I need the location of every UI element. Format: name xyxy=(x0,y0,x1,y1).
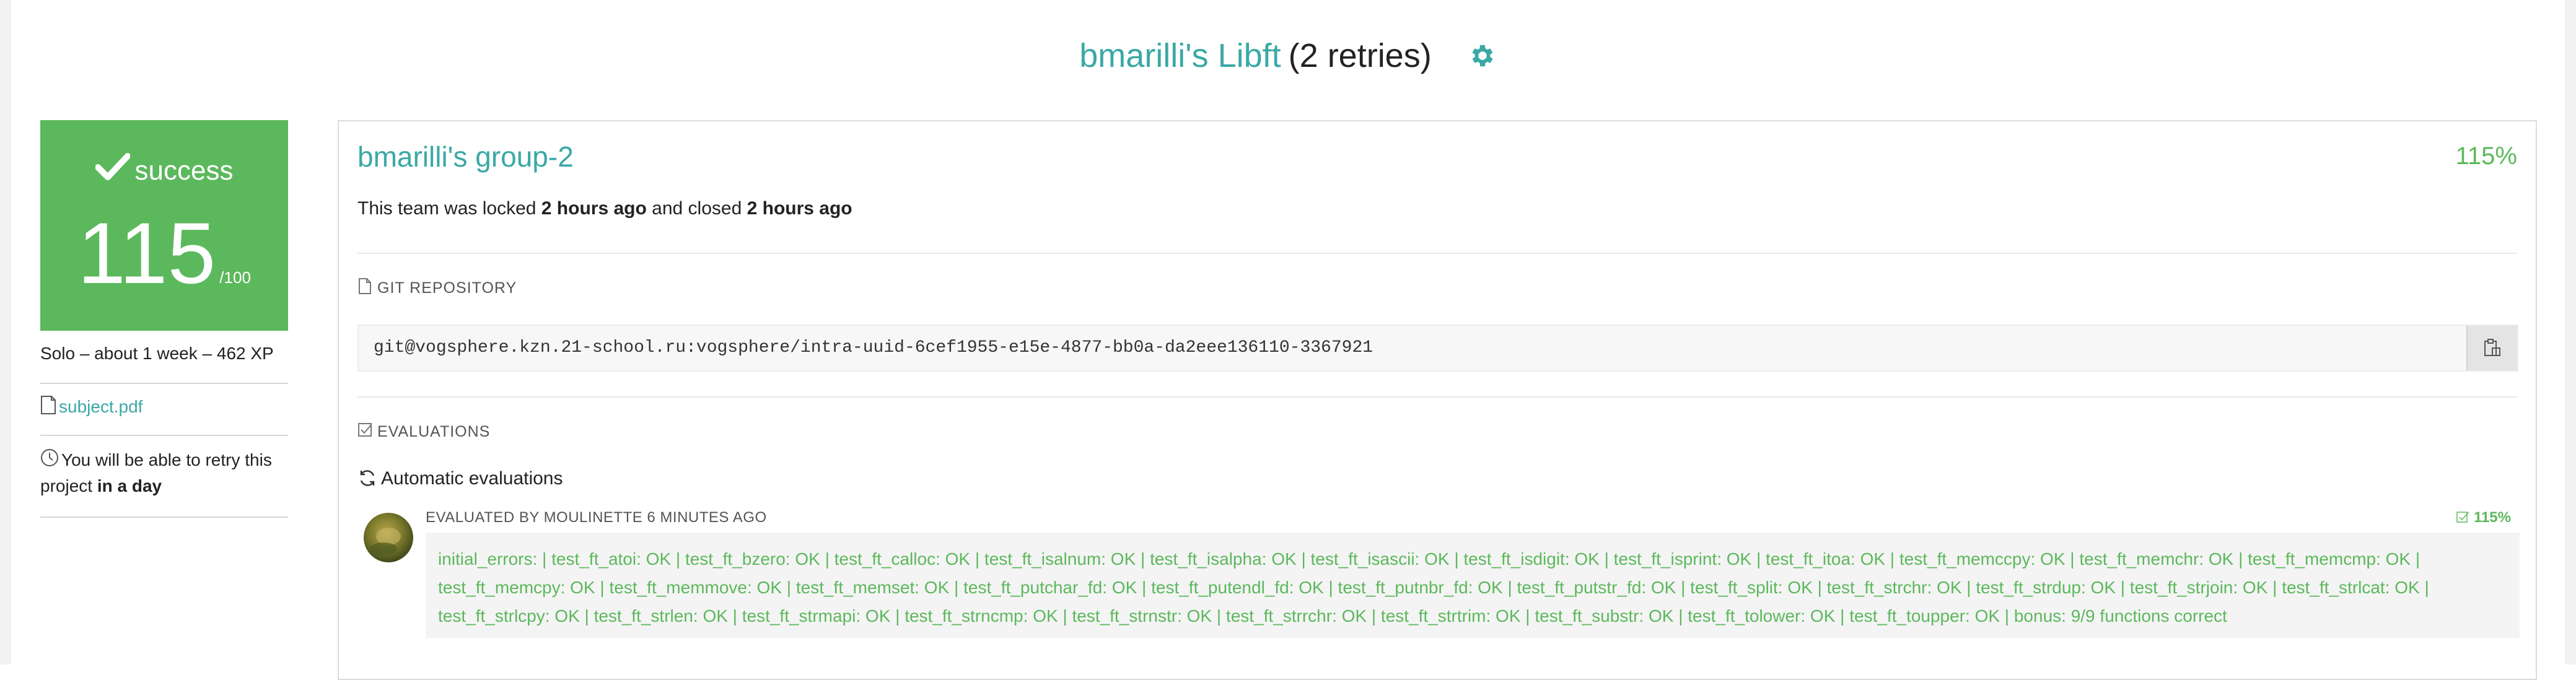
lock-text-middle: and closed xyxy=(646,198,747,219)
team-percentage: 115% xyxy=(2455,142,2517,170)
evaluation-result-text: initial_errors: | test_ft_atoi: OK | tes… xyxy=(438,549,2429,626)
retries-count: (2 retries) xyxy=(1288,37,1432,74)
git-repository-heading: GIT REPOSITORY xyxy=(357,277,517,297)
final-score: 115/100 xyxy=(40,207,288,300)
page-left-border xyxy=(0,0,11,665)
team-lock-status: This team was locked 2 hours ago and clo… xyxy=(357,198,852,219)
git-repository-label: GIT REPOSITORY xyxy=(377,279,517,297)
divider xyxy=(357,396,2517,398)
page-right-border xyxy=(2565,0,2576,665)
checkmark-icon xyxy=(94,151,131,182)
lock-text-prefix: This team was locked xyxy=(357,198,541,219)
evaluation-percentage: 115% xyxy=(2456,509,2511,526)
evaluations-heading: EVALUATIONS xyxy=(357,421,490,441)
divider xyxy=(40,383,288,384)
project-meta: Solo – about 1 week – 462 XP xyxy=(40,344,274,363)
team-panel: bmarilli's group-2 115% This team was lo… xyxy=(338,120,2537,680)
evaluator-line: EVALUATED BY MOULINETTE 6 MINUTES AGO xyxy=(426,509,767,526)
status-card: success 115/100 xyxy=(40,120,288,331)
evaluator-avatar[interactable] xyxy=(364,513,413,562)
automatic-evaluations: Automatic evaluations xyxy=(357,468,563,489)
clock-icon xyxy=(40,448,59,467)
divider xyxy=(357,253,2517,254)
refresh-icon xyxy=(357,468,377,488)
retry-time: in a day xyxy=(97,476,162,495)
closed-time: 2 hours ago xyxy=(747,198,852,219)
project-title-link[interactable]: bmarilli's Libft xyxy=(1079,37,1281,74)
divider xyxy=(40,517,288,518)
status-line: success xyxy=(40,151,288,190)
score-max: /100 xyxy=(219,268,251,287)
repository-icon xyxy=(357,277,374,295)
page-header: bmarilli's Libft (2 retries) xyxy=(0,31,2576,81)
clipboard-icon xyxy=(2484,339,2500,356)
status-label: success xyxy=(134,155,234,186)
evaluation-result: initial_errors: | test_ft_atoi: OK | tes… xyxy=(426,533,2520,638)
subject-link[interactable]: subject.pdf xyxy=(40,395,142,417)
team-name-link[interactable]: bmarilli's group-2 xyxy=(357,140,574,173)
gear-icon[interactable] xyxy=(1468,34,1497,67)
evaluation-percentage-value: 115% xyxy=(2473,509,2511,526)
score-value: 115 xyxy=(77,204,216,302)
file-icon xyxy=(40,395,56,415)
evaluations-label: EVALUATIONS xyxy=(377,423,491,440)
divider xyxy=(40,435,288,436)
locked-time: 2 hours ago xyxy=(541,198,647,219)
checkbox-icon xyxy=(357,421,374,438)
retry-notice: You will be able to retry this project i… xyxy=(40,447,288,499)
automatic-evaluations-label: Automatic evaluations xyxy=(381,468,563,489)
repository-url-field[interactable]: git@vogsphere.kzn.21-school.ru:vogsphere… xyxy=(357,325,2518,372)
subject-link-label: subject.pdf xyxy=(59,397,143,416)
repository-url[interactable]: git@vogsphere.kzn.21-school.ru:vogsphere… xyxy=(374,326,1373,370)
copy-repository-button[interactable] xyxy=(2466,326,2517,370)
check-icon xyxy=(2456,512,2469,523)
